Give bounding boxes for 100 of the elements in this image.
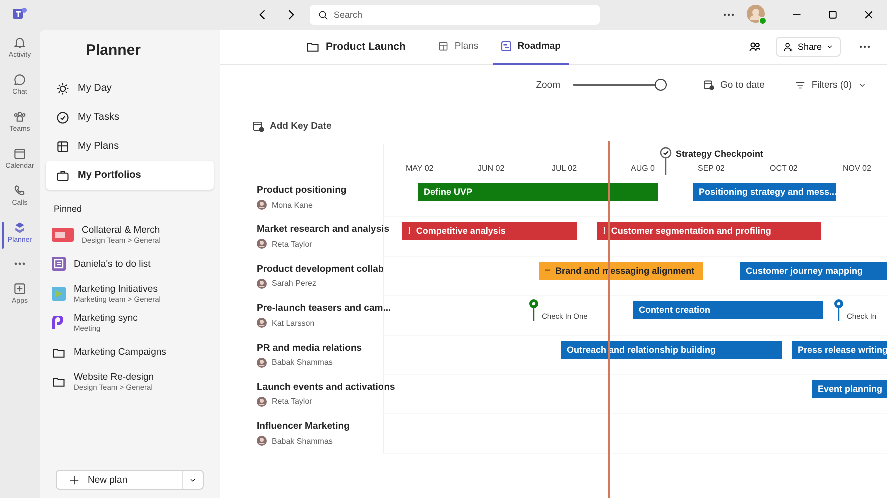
month-label: JUL 02 (552, 164, 578, 173)
task-bar[interactable]: Positioning strategy and mess... (693, 183, 836, 201)
pinned-plan[interactable]: Daniela's to do list (46, 250, 214, 279)
section-heading: Pinned (53, 203, 84, 216)
plan-title: Daniela's to do list (74, 258, 151, 270)
planner-icon (13, 221, 27, 235)
owner-name: Mona Kane (272, 200, 313, 210)
search-icon (318, 10, 329, 20)
owner-name: Reta Taylor (272, 240, 312, 249)
plan-title: Product Launch (326, 41, 406, 53)
task-label: Positioning strategy and mess... (699, 187, 838, 197)
zoom-label: Zoom (536, 80, 560, 90)
briefcase-icon (56, 168, 70, 182)
month-label: SEP 02 (698, 164, 725, 173)
more-icon[interactable] (857, 43, 873, 51)
checklist-icon (56, 110, 70, 124)
nav-label: My Plans (78, 141, 120, 152)
milestone-pin-icon[interactable] (834, 299, 844, 322)
month-label: NOV 02 (843, 164, 872, 173)
task-bar[interactable]: ! Competitive analysis (402, 222, 577, 240)
zoom-slider[interactable] (572, 79, 666, 91)
folder-icon (52, 375, 66, 390)
task-bar[interactable]: Define UVP (418, 183, 658, 201)
bucket-title: Market research and analysis (257, 223, 390, 236)
avatar-icon (257, 239, 267, 250)
search-field[interactable]: Search (310, 5, 600, 25)
more-icon[interactable] (14, 262, 26, 266)
task-bar[interactable]: Event planning (812, 380, 887, 398)
board-icon (438, 40, 449, 52)
task-bar[interactable]: Outreach and relationship building (561, 340, 782, 359)
task-label: Brand and messaging alignment (556, 266, 695, 276)
avatar-icon (257, 278, 267, 289)
avatar-icon (257, 200, 267, 210)
task-bar[interactable]: – Brand and messaging alignment (539, 262, 703, 280)
plus-icon (69, 474, 80, 486)
month-label: AUG 0 (631, 164, 656, 173)
teams-logo-icon (12, 6, 28, 22)
avatar-icon (257, 318, 267, 328)
month-label: OCT 02 (770, 164, 798, 173)
share-button[interactable]: Share (776, 37, 841, 57)
task-bar[interactable]: ! Customer segmentation and profiling (597, 222, 821, 240)
owner-name: Babak Shammas (272, 358, 333, 368)
milestone-pin-icon[interactable] (529, 299, 539, 322)
month-label: MAY 02 (406, 164, 434, 173)
key-date-label: Strategy Checkpoint (676, 149, 764, 159)
priority-mark: ! (603, 226, 606, 237)
nav-label: My Portfolios (78, 170, 142, 181)
plan-title: Website Re-design (74, 372, 154, 384)
priority-mark: – (545, 265, 551, 276)
bucket-title: Influencer Marketing (257, 420, 350, 434)
filter-icon (794, 80, 806, 90)
avatar-icon (257, 396, 267, 407)
plan-title: Marketing Campaigns (74, 347, 166, 358)
chat-icon (13, 73, 27, 87)
sidebar-title: Planner (85, 41, 142, 61)
nav-label: My Day (78, 83, 112, 94)
bucket-title: Launch events and activations (257, 380, 396, 394)
bucket-title: Pre-launch teasers and cam... (257, 302, 392, 316)
key-date-pin-icon[interactable] (660, 147, 672, 175)
task-label: Customer journey mapping (746, 266, 864, 276)
plan-title: Marketing Initiatives (74, 284, 159, 295)
bucket-title: PR and media relations (257, 342, 362, 355)
task-label: Competitive analysis (416, 226, 506, 236)
avatar-icon (257, 436, 267, 446)
add-key-date-button[interactable]: Add Key Date (246, 119, 338, 134)
owner-name: Reta Taylor (272, 397, 312, 406)
view-tab[interactable]: Roadmap (492, 30, 569, 64)
owner-name: Babak Shammas (272, 436, 333, 446)
nav-label: My Tasks (78, 112, 120, 123)
plan-title: Collateral & Merch (82, 224, 161, 236)
bucket-title: Product positioning (257, 184, 347, 197)
task-label: Content creation (639, 305, 711, 316)
calendar-icon (13, 147, 27, 161)
calendar-icon (702, 79, 714, 91)
pinned-plan[interactable]: Marketing Campaigns (46, 338, 214, 368)
loop-icon (52, 316, 66, 330)
plan-title: Marketing sync (74, 313, 138, 324)
calendar-icon (252, 120, 265, 133)
roadmap-icon (500, 40, 512, 52)
bucket-title: Product development collab (257, 262, 384, 276)
avatar-icon[interactable] (747, 5, 767, 25)
folder-icon (306, 40, 320, 54)
go-to-date-button[interactable]: Go to date (696, 78, 771, 92)
view-tab[interactable]: Plans (430, 30, 487, 64)
image-icon (52, 228, 74, 242)
task-label: Event planning (818, 384, 883, 394)
add-icon (13, 282, 27, 296)
plan-icon (52, 286, 66, 301)
filters-button[interactable]: Filters (0) (788, 78, 873, 92)
task-bar[interactable]: Content creation (633, 301, 823, 320)
people-icon (13, 110, 27, 124)
owner-name: Kat Larsson (272, 318, 315, 328)
owner-name: Sarah Perez (272, 279, 316, 288)
task-bar[interactable]: Customer journey mapping (740, 262, 887, 280)
task-label: Outreach and relationship building (567, 344, 716, 355)
bell-icon (13, 36, 27, 50)
more-icon[interactable] (721, 11, 737, 19)
task-label: Define UVP (424, 187, 473, 197)
grid-icon (56, 140, 70, 154)
nav-item[interactable]: My Portfolios (46, 161, 214, 190)
